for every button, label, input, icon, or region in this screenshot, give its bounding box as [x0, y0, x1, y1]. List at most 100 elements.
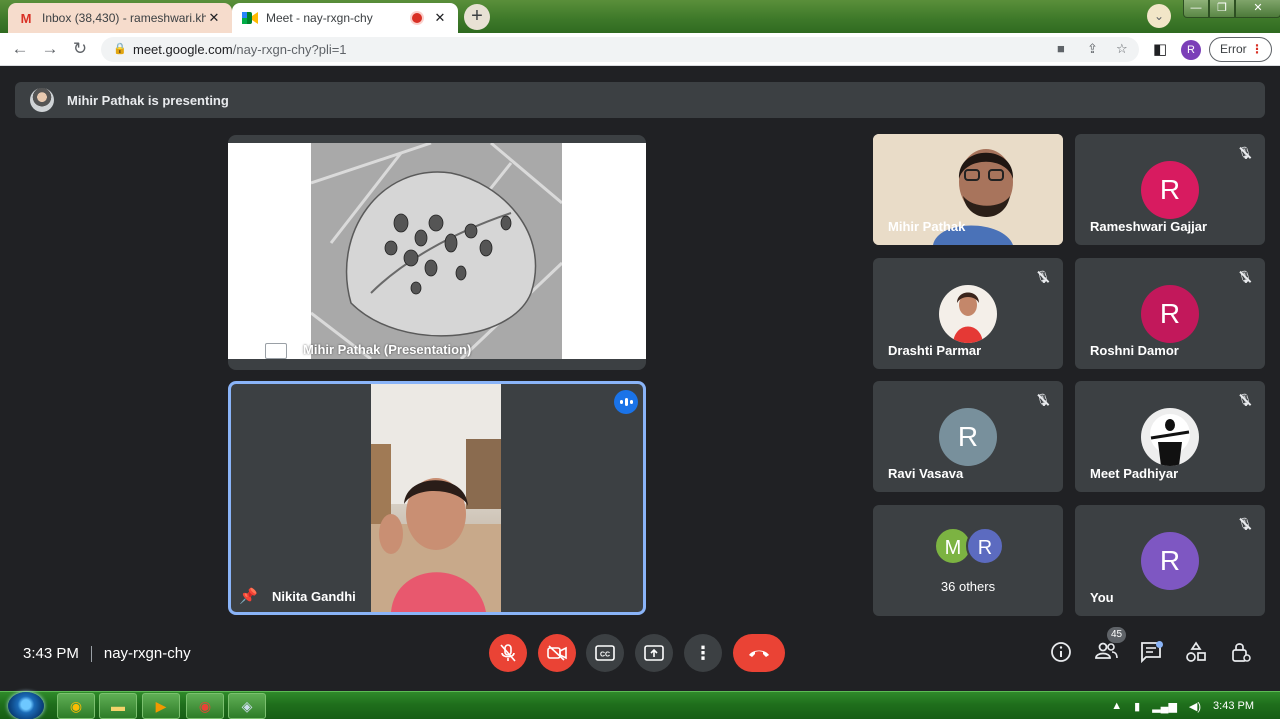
mic-off-button[interactable] [489, 634, 527, 672]
close-tab-icon[interactable]: ✕ [432, 10, 448, 26]
tab-search-chevron-icon[interactable]: ⌄ [1147, 4, 1171, 28]
explorer-taskbar-button[interactable]: ▬ [99, 693, 137, 719]
participant-name: Rameshwari Gajjar [1090, 219, 1208, 234]
presenting-text: Mihir Pathak is presenting [67, 92, 229, 108]
mic-off-icon: 🎙 [1237, 270, 1253, 284]
captions-button[interactable]: CC [586, 634, 624, 672]
signal-icon[interactable]: ▂▄▆ [1152, 700, 1177, 713]
mic-off-icon: 🎙 [1237, 393, 1253, 407]
power-icon[interactable]: ▮ [1134, 700, 1140, 713]
chrome-icon: ◉ [198, 697, 212, 714]
chrome-icon: ◉ [69, 697, 83, 714]
self-tile[interactable]: 🎙 R You [1075, 505, 1265, 616]
others-tile[interactable]: M R 36 others [873, 505, 1063, 616]
participant-avatar: R [1141, 285, 1199, 343]
mic-off-icon: 🎙 [1035, 393, 1051, 407]
host-controls-button[interactable] [1228, 641, 1254, 667]
camera-off-button[interactable] [538, 634, 576, 672]
app-icon: ◈ [241, 697, 253, 714]
camera-icon[interactable]: ■ [1057, 41, 1065, 56]
close-tab-icon[interactable]: ✕ [206, 10, 222, 26]
participant-avatar: R [1141, 161, 1199, 219]
system-tray: ▲ ▮ ▂▄▆ ◀) 3:43 PM [1111, 692, 1280, 719]
others-avatar-stack: M R [934, 527, 1006, 565]
participant-name: You [1090, 590, 1114, 605]
folder-icon: ▬ [111, 698, 125, 714]
lock-person-icon [1232, 643, 1251, 662]
speaker-video [371, 384, 501, 612]
participant-name: Meet Padhiyar [1090, 466, 1179, 481]
presentation-icon [265, 343, 287, 359]
back-arrow-icon[interactable]: ← [9, 38, 31, 60]
current-time: 3:43 PM [23, 645, 79, 662]
participant-count-badge: 45 [1107, 627, 1126, 643]
speaking-indicator-icon [614, 390, 638, 414]
close-window-button[interactable]: ✕ [1235, 0, 1280, 18]
more-options-button[interactable]: ⋮ [684, 634, 722, 672]
participant-tile[interactable]: 🎙 R Roshni Damor [1075, 258, 1265, 369]
participant-tile[interactable]: 🎙 R Ravi Vasava [873, 381, 1063, 492]
volume-icon[interactable]: ◀) [1189, 700, 1201, 713]
media-player-icon: ▶ [155, 697, 167, 714]
presenter-avatar [30, 88, 54, 112]
maximize-button[interactable]: ❐ [1209, 0, 1235, 18]
error-button[interactable]: Error ⋮ [1209, 37, 1272, 62]
meeting-info: 3:43 PM nay-rxgn-chy [23, 645, 191, 662]
forward-arrow-icon[interactable]: → [39, 38, 61, 60]
participant-tile[interactable]: 🎙 R Rameshwari Gajjar [1075, 134, 1265, 245]
mic-off-icon: 🎙 [1237, 517, 1253, 531]
tab-meet[interactable]: Meet - nay-rxgn-chy ✕ [232, 3, 458, 33]
taskbar-clock[interactable]: 3:43 PM [1213, 700, 1254, 712]
tab-gmail-inbox[interactable]: M Inbox (38,430) - rameshwari.khar ✕ [8, 3, 232, 33]
app-taskbar-button[interactable]: ◈ [228, 693, 266, 719]
participant-avatar: R [1141, 532, 1199, 590]
participant-name: Ravi Vasava [888, 466, 964, 481]
side-panel-icon[interactable]: ◧ [1153, 40, 1167, 58]
browser-toolbar: ← → ↻ 🔒 meet.google.com/nay-rxgn-chy?pli… [0, 33, 1280, 66]
participant-tile[interactable]: 🎙 Drashti Parmar [873, 258, 1063, 369]
share-icon[interactable]: ⇪ [1087, 41, 1098, 57]
bookmark-star-icon[interactable]: ☆ [1116, 41, 1128, 57]
chrome-taskbar-button[interactable]: ◉ [57, 693, 95, 719]
minimize-button[interactable]: — [1183, 0, 1209, 18]
mic-off-icon: 🎙 [1237, 146, 1253, 160]
hang-up-icon [749, 650, 769, 657]
present-screen-icon [644, 645, 664, 661]
profile-avatar[interactable]: R [1181, 40, 1201, 60]
people-button[interactable] [1093, 641, 1119, 667]
activities-shapes-icon [1186, 641, 1206, 662]
active-speaker-tile[interactable]: 📌 Nikita Gandhi [228, 381, 646, 615]
participant-tile[interactable]: 🎙 Meet Padhiyar [1075, 381, 1265, 492]
camera-off-icon [547, 645, 567, 661]
participant-avatar: R [939, 408, 997, 466]
reload-icon[interactable]: ↻ [69, 38, 91, 60]
media-player-taskbar-button[interactable]: ▶ [142, 693, 180, 719]
more-vert-icon: ⋮ [694, 642, 712, 663]
start-button[interactable] [8, 692, 44, 719]
pin-icon[interactable]: 📌 [239, 587, 258, 605]
tab-title: Inbox (38,430) - rameshwari.khar [42, 11, 206, 25]
presentation-tile[interactable]: Mihir Pathak (Presentation) [228, 135, 646, 370]
leave-call-button[interactable] [733, 634, 785, 672]
people-icon [1095, 642, 1118, 659]
mic-off-icon: 🎙 [1035, 270, 1051, 284]
chrome-window-taskbar-button[interactable]: ◉ [186, 693, 224, 719]
window-controls: — ❐ ✕ [1183, 0, 1280, 18]
url-text: meet.google.com/nay-rxgn-chy?pli=1 [133, 42, 347, 57]
new-message-indicator [1156, 641, 1163, 648]
speaker-name: Nikita Gandhi [272, 589, 356, 604]
participant-tile[interactable]: Mihir Pathak [873, 134, 1063, 245]
closed-captions-icon: CC [595, 645, 615, 661]
new-tab-button[interactable]: + [464, 4, 490, 30]
meeting-details-button[interactable] [1048, 641, 1074, 667]
activities-button[interactable] [1183, 641, 1209, 667]
presentation-slide [228, 143, 646, 359]
windows-taskbar: ◉ ▬ ▶ ◉ ◈ ▲ ▮ ▂▄▆ ◀) 3:43 PM [0, 691, 1280, 719]
gmail-icon: M [20, 10, 32, 26]
tray-expand-icon[interactable]: ▲ [1111, 700, 1122, 712]
divider [90, 645, 92, 662]
address-bar[interactable]: 🔒 meet.google.com/nay-rxgn-chy?pli=1 ■ ⇪… [101, 37, 1139, 62]
more-vert-icon: ⋮ [1251, 42, 1263, 56]
participant-name: Drashti Parmar [888, 343, 982, 358]
present-now-button[interactable] [635, 634, 673, 672]
